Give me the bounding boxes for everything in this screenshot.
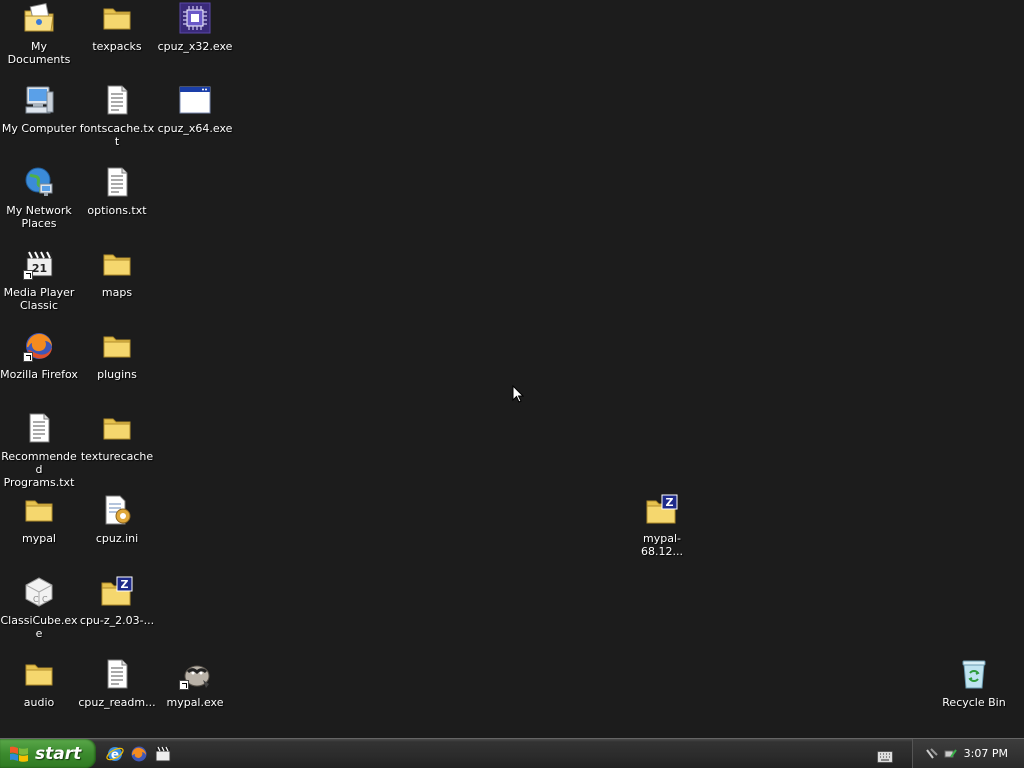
media-player-classic-icon: 21 (23, 248, 55, 280)
desktop-icon-plugins[interactable]: plugins (78, 328, 156, 408)
folder-icon (101, 248, 133, 280)
mypal-icon (179, 658, 211, 690)
safely-remove-icon[interactable] (943, 746, 957, 760)
zip-folder-icon: Z (646, 494, 678, 526)
svg-text:C: C (33, 595, 39, 604)
icon-label: texturecache (80, 450, 154, 463)
icon-label: Recycle Bin (942, 696, 1006, 709)
desktop-icon-texturecache[interactable]: texturecache (78, 410, 156, 490)
desktop-icon-my-computer[interactable]: My Computer (0, 82, 78, 162)
shortcut-arrow-icon (179, 680, 189, 690)
desktop-icon-texpacks[interactable]: texpacks (78, 0, 156, 80)
taskbar: start e 3:07 PM (0, 738, 1024, 768)
window-app-icon (179, 84, 211, 116)
svg-text:C: C (42, 595, 48, 604)
start-button[interactable]: start (0, 739, 96, 768)
icon-label: maps (101, 286, 133, 299)
desktop-icon-classicube[interactable]: C C ClassiCube.exe (0, 574, 78, 654)
desktop-icon-cpuz-x32[interactable]: cpuz_x32.exe (156, 0, 234, 80)
firefox-icon (23, 330, 55, 362)
svg-text:21: 21 (32, 262, 47, 275)
icon-label: My Network Places (6, 204, 72, 230)
icon-label: plugins (97, 368, 137, 381)
clock[interactable]: 3:07 PM (964, 747, 1008, 760)
network-icon[interactable] (925, 746, 939, 760)
desktop-icon-maps[interactable]: maps (78, 246, 156, 326)
icon-label: cpuz_readm... (78, 696, 156, 709)
mouse-cursor-icon (512, 384, 525, 407)
text-file-icon (101, 84, 133, 116)
folder-icon (23, 658, 55, 690)
icon-label: Mozilla Firefox (0, 368, 78, 381)
desktop-icon-mozilla-firefox[interactable]: Mozilla Firefox (0, 328, 78, 408)
classicube-icon: C C (23, 576, 55, 608)
folder-icon (23, 494, 55, 526)
cpuz-icon (179, 2, 211, 34)
icon-label: mypal.exe (166, 696, 224, 709)
icon-label: cpuz.ini (95, 532, 139, 545)
desktop-icon-options[interactable]: options.txt (78, 164, 156, 244)
network-places-icon (23, 166, 55, 198)
icon-label: cpu-z_2.03-... (79, 614, 155, 627)
desktop-icon-mypal-folder[interactable]: mypal (0, 492, 78, 572)
icon-label: My Computer (1, 122, 77, 135)
icon-label: options.txt (87, 204, 147, 217)
folder-icon (101, 330, 133, 362)
desktop-icon-audio[interactable]: audio (0, 656, 78, 736)
desktop-icon-mypal-exe[interactable]: mypal.exe (156, 656, 234, 736)
icon-label: audio (23, 696, 55, 709)
icon-label: mypal (21, 532, 56, 545)
internet-explorer-icon[interactable]: e (106, 745, 124, 763)
desktop-icon-media-player-classic[interactable]: 21 Media Player Classic (0, 246, 78, 326)
quick-launch-bar: e (106, 745, 172, 763)
text-file-icon (101, 658, 133, 690)
windows-logo-icon (9, 744, 29, 764)
recycle-bin-icon (958, 658, 990, 690)
shortcut-arrow-icon (23, 270, 33, 280)
icon-label: Media Player Classic (3, 286, 75, 312)
start-label: start (35, 743, 82, 764)
svg-text:Z: Z (666, 496, 674, 509)
keyboard-icon[interactable] (877, 748, 893, 767)
text-file-icon (23, 412, 55, 444)
text-file-icon (101, 166, 133, 198)
shortcut-arrow-icon (23, 352, 33, 362)
desktop-icon-cpu-z-zip[interactable]: Z cpu-z_2.03-... (78, 574, 156, 654)
desktop: My Documents My Computer My Network Plac (0, 0, 1024, 738)
svg-text:Z: Z (121, 578, 129, 591)
icon-label: Recommended Programs.txt (1, 450, 77, 489)
desktop-icon-recycle-bin[interactable]: Recycle Bin (935, 656, 1013, 736)
firefox-icon[interactable] (130, 745, 148, 763)
icon-label: ClassiCube.exe (0, 614, 78, 640)
desktop-icon-my-network-places[interactable]: My Network Places (0, 164, 78, 244)
my-computer-icon (23, 84, 55, 116)
icon-label: My Documents (7, 40, 71, 66)
icon-label: cpuz_x64.exe (157, 122, 233, 135)
desktop-icon-recommended-programs[interactable]: Recommended Programs.txt (0, 410, 78, 490)
my-documents-icon (23, 2, 55, 34)
folder-icon (101, 2, 133, 34)
desktop-icon-cpuz-ini[interactable]: cpuz.ini (78, 492, 156, 572)
icon-label: texpacks (92, 40, 142, 53)
ini-file-icon (101, 494, 133, 526)
desktop-icon-cpuz-x64[interactable]: cpuz_x64.exe (156, 82, 234, 162)
icon-label: cpuz_x32.exe (157, 40, 233, 53)
media-player-classic-icon[interactable] (154, 745, 172, 763)
zip-folder-icon: Z (101, 576, 133, 608)
desktop-icon-fontscache[interactable]: fontscache.txt (78, 82, 156, 162)
desktop-icon-cpuz-readme[interactable]: cpuz_readm... (78, 656, 156, 736)
folder-icon (101, 412, 133, 444)
desktop-icon-mypal-zip[interactable]: Z mypal-68.12... (623, 492, 701, 572)
desktop-icon-my-documents[interactable]: My Documents (0, 0, 78, 80)
icon-label: fontscache.txt (79, 122, 155, 148)
icon-label: mypal-68.12... (641, 532, 683, 558)
system-tray: 3:07 PM (912, 739, 1024, 768)
